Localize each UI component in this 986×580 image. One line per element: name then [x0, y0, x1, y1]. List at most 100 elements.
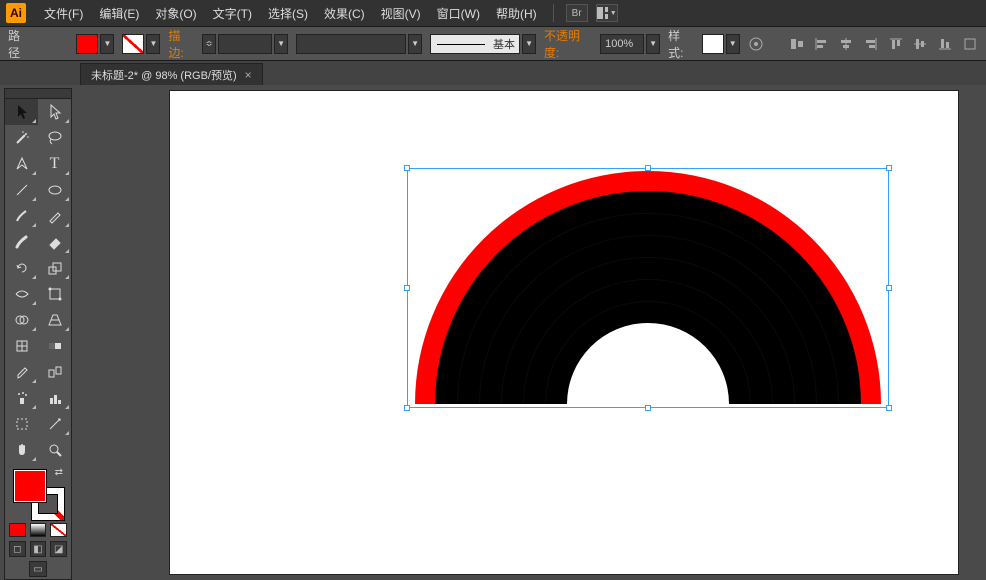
align-right-button[interactable]: [860, 34, 881, 54]
color-mode-solid[interactable]: [9, 523, 26, 537]
handle-tc[interactable]: [645, 165, 651, 171]
handle-ml[interactable]: [404, 285, 410, 291]
align-left-button[interactable]: [811, 34, 832, 54]
perspective-tool[interactable]: [38, 307, 71, 333]
pen-tool[interactable]: [5, 151, 38, 177]
bridge-button[interactable]: Br: [566, 4, 588, 22]
selection-bounding-box[interactable]: [407, 168, 889, 408]
direct-selection-tool[interactable]: [38, 99, 71, 125]
align-hcenter-button[interactable]: [836, 34, 857, 54]
selection-tool[interactable]: [5, 99, 38, 125]
swap-fill-stroke[interactable]: ⇄: [55, 467, 63, 478]
menu-window[interactable]: 窗口(W): [429, 5, 488, 22]
gradient-tool[interactable]: [38, 333, 71, 359]
color-mode-gradient[interactable]: [30, 523, 47, 537]
type-tool[interactable]: T: [38, 151, 71, 177]
brush-def-dropdown[interactable]: ▼: [522, 34, 536, 54]
color-mode-none[interactable]: [50, 523, 67, 537]
width-tool[interactable]: [5, 281, 38, 307]
handle-tr[interactable]: [886, 165, 892, 171]
lasso-tool[interactable]: [38, 125, 71, 151]
menu-text[interactable]: 文字(T): [205, 5, 260, 22]
free-transform-tool[interactable]: [38, 281, 71, 307]
style-control[interactable]: ▼: [702, 34, 740, 54]
align-panel-button[interactable]: [786, 34, 807, 54]
fill-stroke-control[interactable]: ⇄: [5, 463, 71, 521]
arrange-docs-button[interactable]: ▼: [596, 4, 618, 22]
stroke-swatch[interactable]: [122, 34, 144, 54]
handle-tl[interactable]: [404, 165, 410, 171]
recolor-button[interactable]: [746, 34, 767, 54]
style-swatch[interactable]: [702, 34, 724, 54]
menu-edit[interactable]: 编辑(E): [91, 5, 147, 22]
fill-dropdown[interactable]: ▼: [100, 34, 114, 54]
align-top-button[interactable]: [885, 34, 906, 54]
menu-effect[interactable]: 效果(C): [316, 5, 373, 22]
draw-normal[interactable]: ◻: [9, 541, 26, 557]
handle-br[interactable]: [886, 405, 892, 411]
align-vcenter-icon: [913, 37, 927, 51]
rotate-tool[interactable]: [5, 255, 38, 281]
stroke-profile-field[interactable]: [296, 34, 406, 54]
opacity-control[interactable]: 100% ▼: [600, 34, 660, 54]
handle-bc[interactable]: [645, 405, 651, 411]
shape-builder-tool[interactable]: [5, 307, 38, 333]
artboard[interactable]: [170, 91, 958, 574]
stroke-color-control[interactable]: ▼: [122, 34, 160, 54]
menu-file[interactable]: 文件(F): [36, 5, 91, 22]
width-icon: [14, 286, 30, 302]
menu-view[interactable]: 视图(V): [373, 5, 429, 22]
draw-behind[interactable]: ◧: [30, 541, 47, 557]
blend-tool[interactable]: [38, 359, 71, 385]
stroke-dropdown[interactable]: ▼: [146, 34, 160, 54]
align-bottom-button[interactable]: [935, 34, 956, 54]
slice-tool[interactable]: [38, 411, 71, 437]
recolor-icon: [749, 37, 763, 51]
opacity-field[interactable]: 100%: [600, 34, 644, 54]
scale-tool[interactable]: [38, 255, 71, 281]
stroke-weight-stepper[interactable]: ≎: [202, 34, 216, 54]
draw-inside[interactable]: ◪: [50, 541, 67, 557]
opacity-dropdown[interactable]: ▼: [646, 34, 660, 54]
ellipse-tool[interactable]: [38, 177, 71, 203]
line-tool[interactable]: [5, 177, 38, 203]
eyedropper-tool[interactable]: [5, 359, 38, 385]
menu-help[interactable]: 帮助(H): [488, 5, 545, 22]
tab-close-button[interactable]: ×: [245, 68, 252, 82]
mesh-tool[interactable]: [5, 333, 38, 359]
stroke-profile-control[interactable]: ▼: [296, 34, 422, 54]
handle-mr[interactable]: [886, 285, 892, 291]
style-dropdown[interactable]: ▼: [726, 34, 740, 54]
transform-button[interactable]: [959, 34, 980, 54]
brush-def-control[interactable]: 基本 ▼: [430, 34, 536, 54]
stroke-weight-control[interactable]: ≎ ▼: [202, 34, 288, 54]
stroke-profile-dropdown[interactable]: ▼: [408, 34, 422, 54]
graph-tool[interactable]: [38, 385, 71, 411]
align-vcenter-button[interactable]: [910, 34, 931, 54]
selection-type-label: 路径: [8, 27, 30, 61]
pen-icon: [14, 156, 30, 172]
blob-brush-tool[interactable]: [5, 229, 38, 255]
stroke-weight-field[interactable]: [218, 34, 272, 54]
fill-color-control[interactable]: ▼: [76, 34, 114, 54]
document-tab[interactable]: 未标题-2* @ 98% (RGB/预览) ×: [80, 63, 263, 85]
fill-swatch[interactable]: [76, 34, 98, 54]
symbol-sprayer-tool[interactable]: [5, 385, 38, 411]
screen-mode[interactable]: ▭: [5, 559, 71, 579]
paintbrush-tool[interactable]: [5, 203, 38, 229]
toolbox-grip[interactable]: [5, 89, 71, 99]
handle-bl[interactable]: [404, 405, 410, 411]
menu-select[interactable]: 选择(S): [260, 5, 316, 22]
align-bottom-icon: [938, 37, 952, 51]
brush-definition-field[interactable]: 基本: [430, 34, 520, 54]
fill-color-box[interactable]: [13, 469, 47, 503]
eraser-tool[interactable]: [38, 229, 71, 255]
menu-object[interactable]: 对象(O): [147, 5, 204, 22]
zoom-tool[interactable]: [38, 437, 71, 463]
hand-tool[interactable]: [5, 437, 38, 463]
pencil-tool[interactable]: [38, 203, 71, 229]
spray-icon: [14, 390, 30, 406]
magic-wand-tool[interactable]: [5, 125, 38, 151]
artboard-tool[interactable]: [5, 411, 38, 437]
stroke-weight-dropdown[interactable]: ▼: [274, 34, 288, 54]
